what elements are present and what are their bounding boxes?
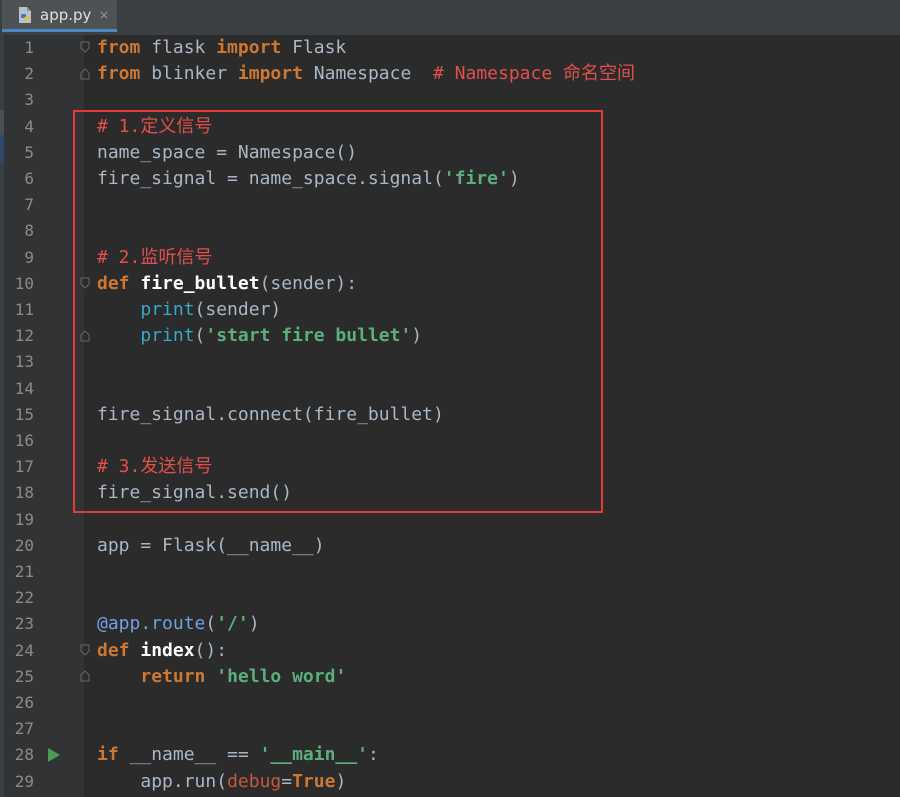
line-number: 23 (14, 614, 34, 634)
run-icon[interactable] (48, 748, 60, 762)
python-file-icon (19, 6, 31, 23)
tab-label: app.py (40, 5, 92, 24)
code-text: app.run(debug=True) (140, 770, 347, 792)
line-number: 1 (24, 38, 34, 57)
code-text: def index(): (97, 639, 228, 661)
line-number: 11 (14, 300, 34, 319)
code-line: 19 (0, 507, 900, 533)
code-line: 29 app.run(debug=True) (0, 769, 900, 795)
code-text: print('start fire bullet') (140, 325, 423, 347)
code-line: 27 (0, 716, 900, 742)
line-number: 24 (14, 640, 34, 660)
line-number: 20 (14, 535, 34, 555)
code-text: def fire_bullet(sender): (97, 272, 358, 294)
line-number: 3 (24, 90, 34, 110)
fold-icon[interactable] (80, 41, 90, 53)
fold-icon[interactable] (80, 330, 90, 342)
code-text: return 'hello word' (140, 665, 347, 687)
code-line: 14 (0, 376, 900, 402)
code-line: 1 from flask import Flask (0, 35, 900, 61)
code-line: 21 (0, 559, 900, 585)
code-line: 9 # 2.监听信号 (0, 245, 900, 271)
code-line: 26 (0, 690, 900, 716)
code-line: 24 def index(): (0, 638, 900, 664)
editor-tab-bar: app.py × (0, 0, 900, 36)
code-text: from flask import Flask (97, 37, 347, 58)
code-text: @app.route('/') (97, 613, 260, 635)
code-line: 16 (0, 428, 900, 454)
code-text: # 3.发送信号 (97, 456, 213, 478)
line-number: 6 (24, 169, 34, 188)
line-number: 2 (24, 64, 34, 84)
code-line: 15 fire_signal.connect(fire_bullet) (0, 402, 900, 428)
line-number: 16 (14, 431, 34, 450)
code-editor[interactable]: 1 from flask import Flask 2 from blinker… (0, 35, 900, 797)
line-number: 14 (14, 378, 34, 398)
code-text: app = Flask(__name__) (97, 534, 325, 556)
code-line: 11 print(sender) (0, 297, 900, 323)
line-number: 13 (14, 352, 34, 372)
code-line: 20 app = Flask(__name__) (0, 533, 900, 559)
code-line: 13 (0, 349, 900, 375)
line-number: 18 (14, 483, 34, 503)
code-text: from blinker import Namespace # Namespac… (97, 63, 636, 85)
fold-icon[interactable] (80, 644, 90, 656)
line-number: 21 (14, 562, 34, 581)
code-line: 3 (0, 87, 900, 113)
code-line: 22 (0, 585, 900, 611)
line-number: 9 (24, 247, 34, 267)
code-line: 25 return 'hello word' (0, 664, 900, 690)
close-icon[interactable]: × (99, 8, 109, 22)
line-number: 15 (14, 404, 34, 424)
line-number: 10 (14, 273, 34, 293)
code-line: 10 def fire_bullet(sender): (0, 271, 900, 297)
code-line: 23 @app.route('/') (0, 611, 900, 637)
code-text: if __name__ == '__main__': (97, 744, 379, 766)
line-number: 19 (14, 509, 34, 529)
line-number: 27 (14, 719, 34, 739)
code-line: 4 # 1.定义信号 (0, 114, 900, 140)
code-text: # 2.监听信号 (97, 246, 213, 268)
fold-icon[interactable] (80, 670, 90, 682)
line-number: 28 (14, 745, 34, 765)
code-line: 18 fire_signal.send() (0, 480, 900, 506)
code-text: fire_signal.connect(fire_bullet) (97, 403, 444, 425)
line-number: 12 (14, 326, 34, 346)
code-text: print(sender) (140, 299, 282, 320)
code-line: 7 (0, 192, 900, 218)
line-number: 25 (14, 666, 34, 686)
line-number: 17 (14, 457, 34, 477)
line-number: 26 (14, 693, 34, 712)
code-line: 17 # 3.发送信号 (0, 454, 900, 480)
line-number: 29 (14, 771, 34, 791)
tab-app-py[interactable]: app.py × (2, 0, 117, 32)
code-line: 12 print('start fire bullet') (0, 323, 900, 349)
code-line: 2 from blinker import Namespace # Namesp… (0, 61, 900, 87)
fold-icon[interactable] (80, 68, 90, 80)
code-line: 6 fire_signal = name_space.signal('fire'… (0, 166, 900, 192)
line-number: 8 (24, 221, 34, 241)
code-line: 5 name_space = Namespace() (0, 140, 900, 166)
code-line: 28 if __name__ == '__main__': (0, 742, 900, 768)
line-number: 22 (14, 588, 34, 608)
code-text: # 1.定义信号 (97, 115, 213, 137)
line-number: 7 (24, 195, 34, 215)
code-line: 8 (0, 218, 900, 244)
code-text: fire_signal.send() (97, 482, 293, 504)
code-text: name_space = Namespace() (97, 141, 358, 163)
fold-icon[interactable] (80, 277, 90, 289)
line-number: 4 (24, 116, 34, 136)
code-text: fire_signal = name_space.signal('fire') (97, 168, 520, 189)
line-number: 5 (24, 142, 34, 162)
